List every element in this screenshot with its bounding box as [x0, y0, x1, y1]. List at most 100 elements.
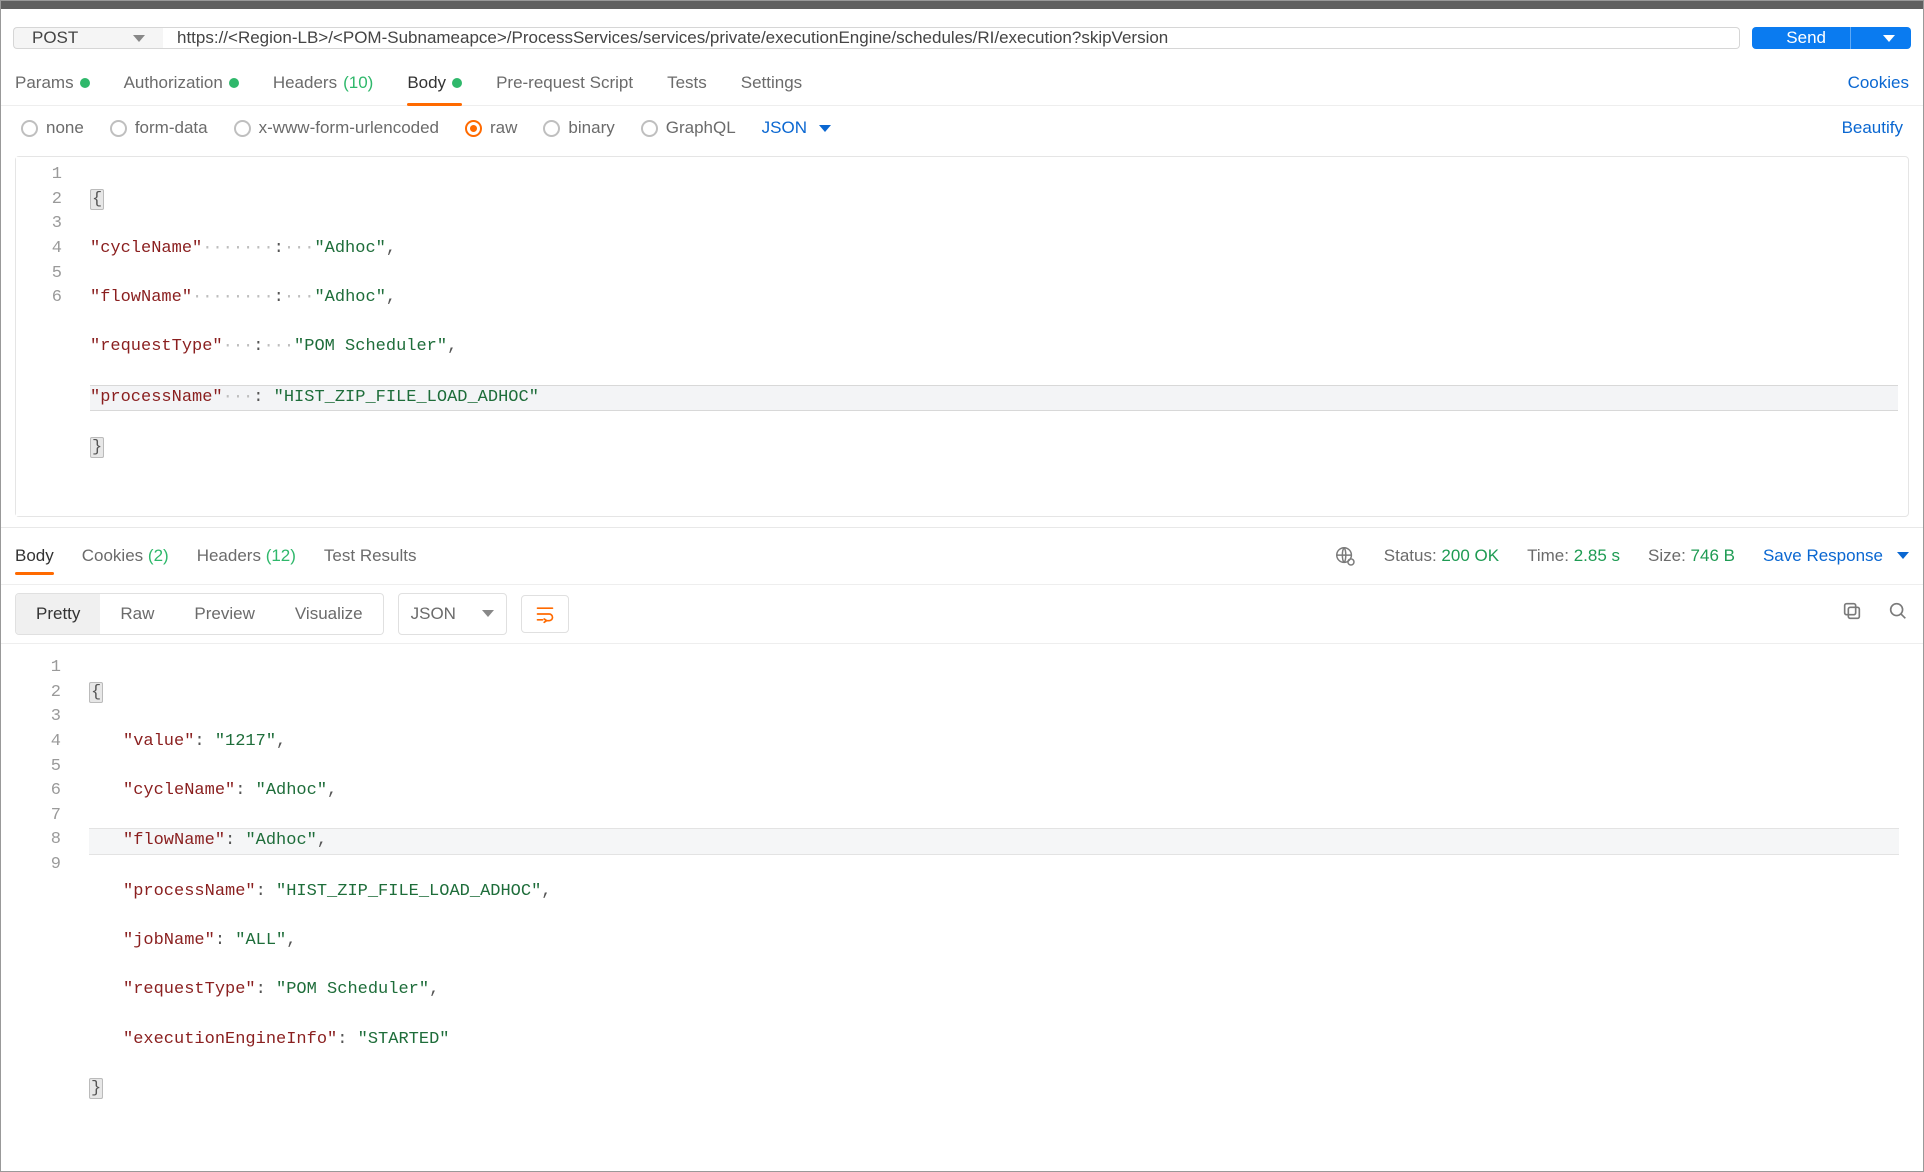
time-segment: Time: 2.85 s: [1527, 546, 1620, 566]
word-wrap-button[interactable]: [521, 595, 569, 633]
tab-label: Cookies: [82, 546, 143, 565]
req-json-cycleName: Adhoc: [325, 239, 376, 258]
tab-label: Authorization: [124, 73, 223, 93]
code-body[interactable]: { "cycleName"·······:···"Adhoc", "flowNa…: [80, 157, 1908, 516]
search-icon[interactable]: [1887, 600, 1909, 627]
tab-tests[interactable]: Tests: [667, 61, 707, 105]
http-method-value: POST: [32, 28, 78, 48]
send-button[interactable]: Send: [1752, 27, 1911, 49]
view-raw[interactable]: Raw: [100, 594, 174, 634]
line-number: 2: [15, 681, 65, 706]
code-area: 1 2 3 4 5 6 7 8 9 { "value": "1217", "cy…: [15, 650, 1909, 1157]
radio-label: form-data: [135, 118, 208, 138]
tab-pre-request[interactable]: Pre-request Script: [496, 61, 633, 105]
resp-json-processName: HIST_ZIP_FILE_LOAD_ADHOC: [286, 882, 531, 901]
req-json-flowName: Adhoc: [325, 288, 376, 307]
radio-dot-icon: [110, 120, 127, 137]
tab-params[interactable]: Params: [15, 61, 90, 105]
resp-json-cycleName: Adhoc: [266, 781, 317, 800]
dot-indicator-icon: [452, 78, 462, 88]
line-number: 5: [16, 262, 66, 287]
resp-json-requestType: POM Scheduler: [286, 980, 419, 999]
save-response-button[interactable]: Save Response: [1763, 546, 1909, 566]
chevron-down-icon: [1883, 35, 1895, 42]
response-format-dropdown[interactable]: JSON: [398, 593, 507, 635]
radio-form-data[interactable]: form-data: [110, 118, 208, 138]
tab-label: Params: [15, 73, 74, 93]
radio-label: GraphQL: [666, 118, 736, 138]
line-gutter: 1 2 3 4 5 6: [16, 157, 80, 516]
send-button-dropdown[interactable]: [1850, 27, 1911, 49]
size-label: Size:: [1648, 546, 1686, 565]
line-number: 2: [16, 188, 66, 213]
radio-label: x-www-form-urlencoded: [259, 118, 439, 138]
size-segment: Size: 746 B: [1648, 546, 1735, 566]
radio-graphql[interactable]: GraphQL: [641, 118, 736, 138]
cookies-link[interactable]: Cookies: [1848, 73, 1909, 93]
line-number: 7: [15, 804, 65, 829]
line-number: 6: [16, 286, 66, 311]
size-value: 746 B: [1691, 546, 1735, 565]
resp-json-value: 1217: [225, 732, 266, 751]
chevron-down-icon: [133, 35, 145, 42]
body-language-dropdown[interactable]: JSON: [762, 118, 831, 138]
dot-indicator-icon: [80, 78, 90, 88]
tab-label: Headers: [273, 73, 337, 93]
dropdown-label: JSON: [762, 118, 807, 138]
tab-authorization[interactable]: Authorization: [124, 61, 239, 105]
headers-count: (12): [266, 546, 296, 565]
radio-none[interactable]: none: [21, 118, 84, 138]
radio-dot-icon: [543, 120, 560, 137]
response-tab-test-results[interactable]: Test Results: [324, 538, 417, 574]
view-pretty[interactable]: Pretty: [16, 594, 100, 634]
view-preview[interactable]: Preview: [174, 594, 274, 634]
view-visualize[interactable]: Visualize: [275, 594, 383, 634]
dropdown-label: JSON: [411, 604, 456, 624]
radio-binary[interactable]: binary: [543, 118, 614, 138]
tab-body[interactable]: Body: [407, 61, 462, 105]
headers-count: (10): [343, 73, 373, 93]
request-tabs: Params Authorization Headers (10) Body P…: [1, 61, 1923, 106]
globe-icon[interactable]: [1334, 545, 1356, 567]
resp-json-flowName: Adhoc: [256, 831, 307, 850]
response-tab-body[interactable]: Body: [15, 538, 54, 574]
line-number: 9: [15, 853, 65, 878]
beautify-button[interactable]: Beautify: [1842, 118, 1903, 138]
chevron-down-icon: [819, 125, 831, 132]
response-view-segment: Pretty Raw Preview Visualize: [15, 593, 384, 635]
tab-label: Settings: [741, 73, 802, 93]
line-number: 3: [15, 705, 65, 730]
line-number: 1: [15, 656, 65, 681]
body-type-row: none form-data x-www-form-urlencoded raw…: [1, 106, 1923, 150]
chevron-down-icon: [482, 610, 494, 617]
line-number: 5: [15, 755, 65, 780]
copy-icon[interactable]: [1841, 600, 1863, 627]
line-number: 1: [16, 163, 66, 188]
radio-x-www-form-urlencoded[interactable]: x-www-form-urlencoded: [234, 118, 439, 138]
http-method-select[interactable]: POST: [13, 27, 163, 49]
response-tab-cookies[interactable]: Cookies (2): [82, 538, 169, 574]
radio-dot-icon: [21, 120, 38, 137]
line-number: 3: [16, 212, 66, 237]
dot-indicator-icon: [229, 78, 239, 88]
status-label: Status:: [1384, 546, 1437, 565]
radio-label: none: [46, 118, 84, 138]
radio-raw[interactable]: raw: [465, 118, 517, 138]
tab-label: Headers: [197, 546, 261, 565]
app-frame: POST Send Params Authorization Headers (…: [0, 0, 1924, 1172]
status-value: 200 OK: [1441, 546, 1499, 565]
line-number: 6: [15, 779, 65, 804]
resp-json-executionEngineInfo: STARTED: [368, 1030, 439, 1049]
response-tab-headers[interactable]: Headers (12): [197, 538, 296, 574]
request-body-editor[interactable]: 1 2 3 4 5 6 { "cycleName"·······:···"Adh…: [15, 156, 1909, 517]
url-input[interactable]: [163, 27, 1740, 49]
url-combo: POST: [13, 27, 1740, 49]
response-body-editor[interactable]: 1 2 3 4 5 6 7 8 9 { "value": "1217", "cy…: [15, 650, 1909, 1157]
tab-settings[interactable]: Settings: [741, 61, 802, 105]
line-number: 4: [15, 730, 65, 755]
code-body[interactable]: { "value": "1217", "cycleName": "Adhoc",…: [79, 650, 1909, 1157]
response-tabs: Body Cookies (2) Headers (12) Test Resul…: [1, 528, 1923, 584]
code-area: 1 2 3 4 5 6 { "cycleName"·······:···"Adh…: [16, 157, 1908, 516]
tab-headers[interactable]: Headers (10): [273, 61, 374, 105]
req-json-requestType: POM Scheduler: [304, 337, 437, 356]
